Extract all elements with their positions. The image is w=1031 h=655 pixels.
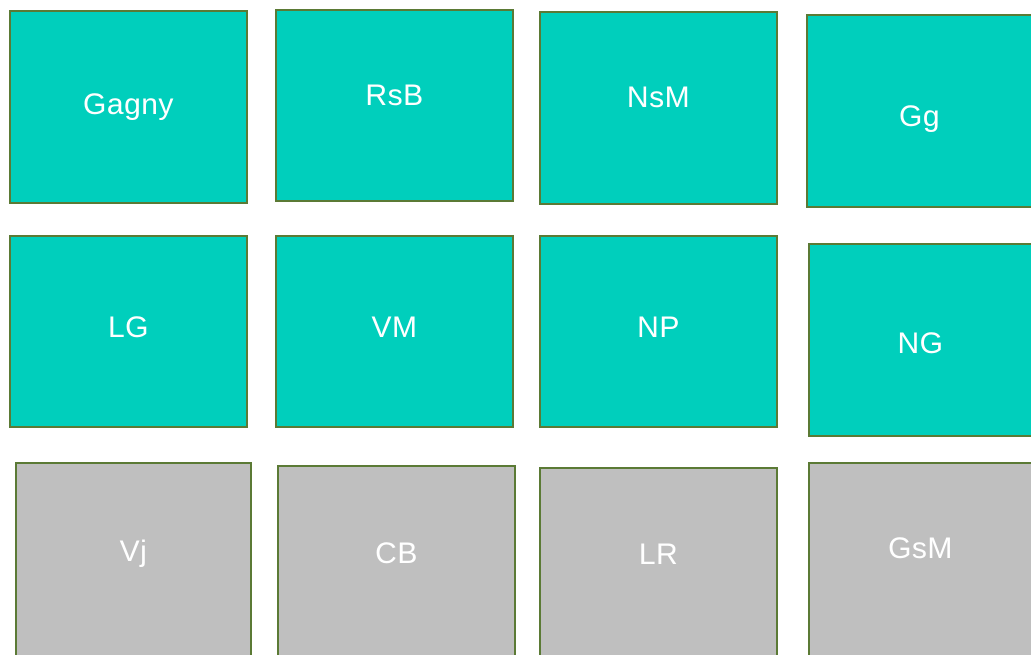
tile-label: LG [107,310,150,344]
tile-ng: NG [808,243,1031,437]
tile-lr: LR [539,467,778,655]
tile-label: Gg [898,100,941,133]
tile-cb: CB [277,465,516,655]
tile-label: Gagny [83,88,174,121]
tile-label: RsB [365,78,424,112]
tile-gg: Gg [806,14,1031,208]
tile-grid: Gagny RsB NsM Gg LG VM NP NG Vj CB LR Gs… [0,0,1031,655]
tile-label: Vj [119,535,148,568]
tile-label: GsM [888,532,953,565]
tile-vj: Vj [15,462,252,655]
tile-label: NG [897,327,944,360]
tile-label: NsM [626,81,691,114]
tile-vm: VM [275,235,514,428]
tile-label: VM [371,310,418,344]
tile-nsm: NsM [539,11,778,205]
tile-gagny: Gagny [9,10,248,204]
tile-lg: LG [9,235,248,428]
tile-rsb: RsB [275,9,514,202]
tile-label: NP [637,310,680,344]
tile-label: CB [375,536,418,570]
tile-label: LR [638,537,679,571]
tile-np: NP [539,235,778,428]
tile-gsm: GsM [808,462,1031,655]
